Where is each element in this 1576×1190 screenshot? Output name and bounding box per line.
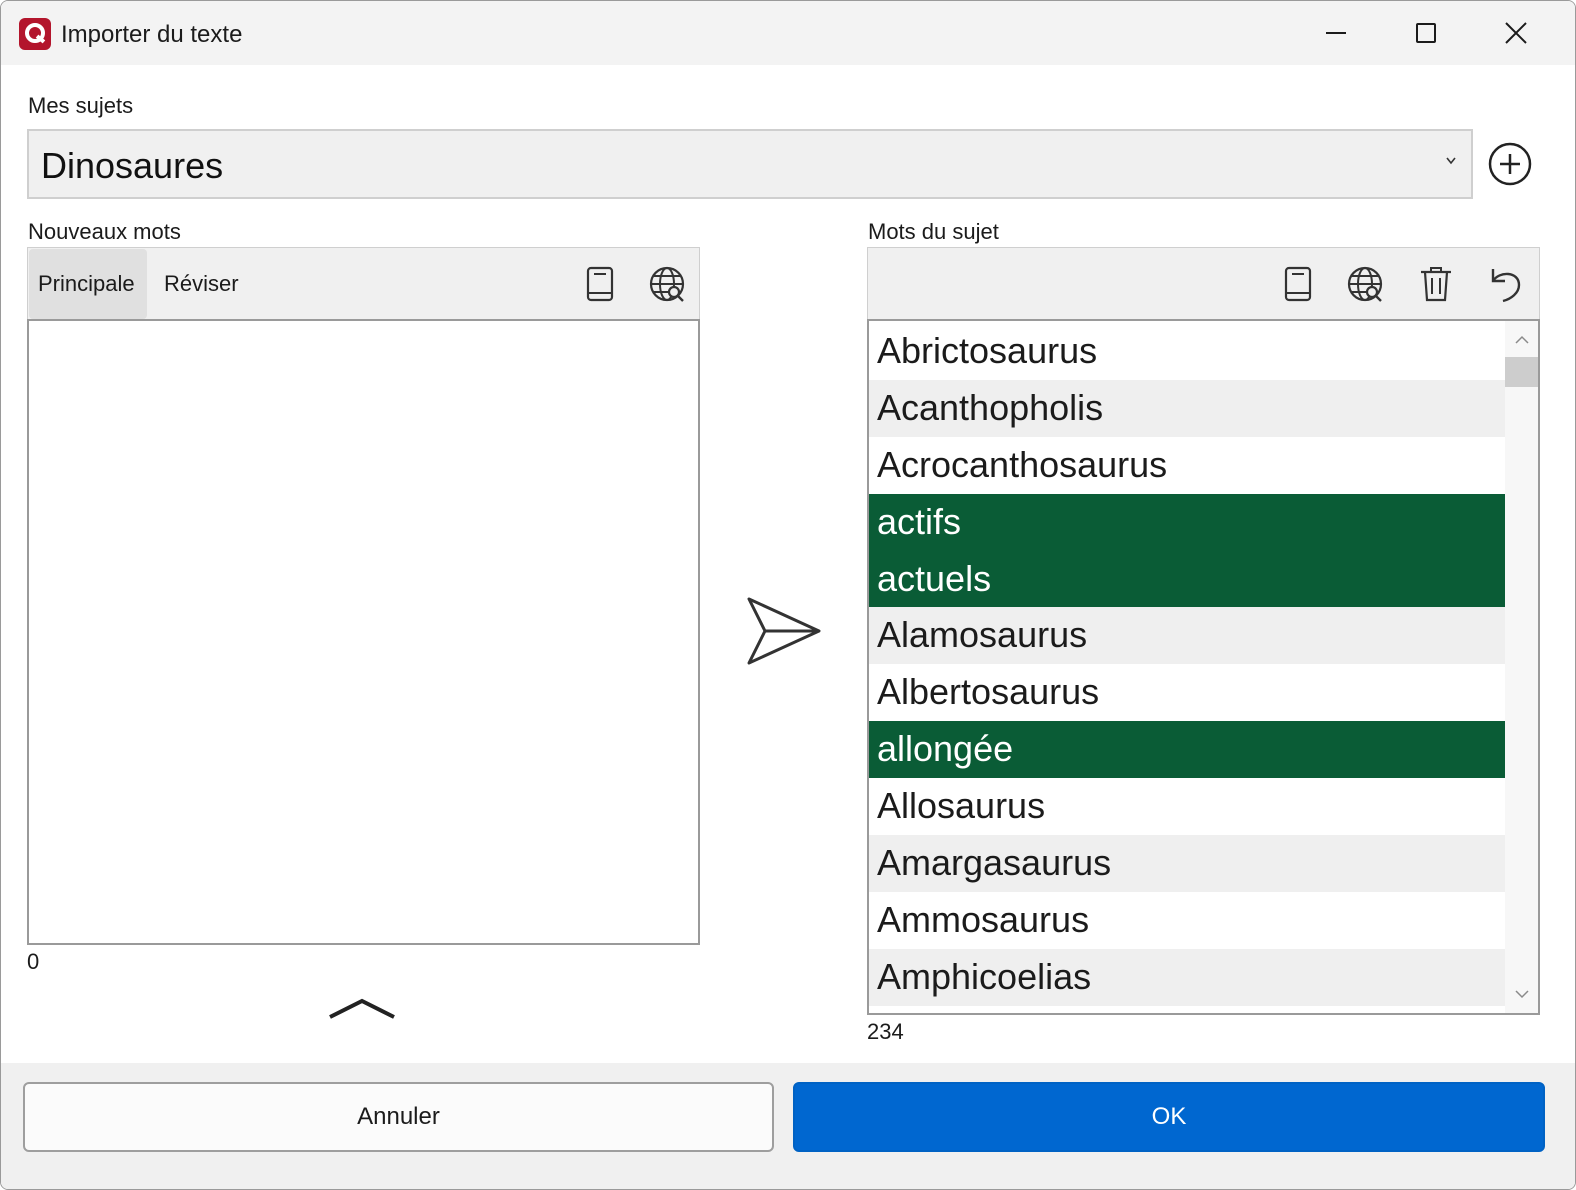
app-logo-icon [19,18,51,50]
list-item[interactable]: Abrictosaurus [869,323,1505,380]
close-icon [1505,22,1527,44]
list-item[interactable]: allongée [869,721,1505,779]
list-item[interactable]: Acanthopholis [869,379,1505,437]
tab-principale[interactable]: Principale [29,249,147,319]
close-button[interactable] [1471,1,1561,65]
send-words-button[interactable] [741,593,825,669]
list-item[interactable]: Alamosaurus [869,607,1505,665]
chevron-down-icon [1446,157,1456,165]
new-words-count: 0 [27,949,40,974]
subject-words-book-button[interactable] [1276,262,1320,306]
undo-icon [1491,269,1521,303]
vertical-scrollbar[interactable] [1505,321,1538,1013]
new-words-text-area[interactable] [27,319,700,945]
book-icon [1284,266,1312,302]
subject-words-count: 234 [867,1019,904,1044]
chevron-up-icon[interactable] [327,991,397,1027]
list-item[interactable]: Albertosaurus [869,664,1505,721]
subject-words-label: Mots du sujet [868,219,999,244]
globe-search-icon [649,266,685,302]
ok-button[interactable]: OK [793,1082,1545,1152]
subject-words-list-items: Abrictosaurus Acanthopholis Acrocanthosaur… [869,323,1505,1006]
subject-words-web-search-button[interactable] [1343,262,1387,306]
trash-icon [1421,267,1451,302]
scroll-down-icon[interactable] [1515,989,1529,999]
new-words-toolbar: Principale Réviser [27,247,700,321]
book-icon [586,266,614,302]
minimize-icon [1326,32,1346,34]
list-item[interactable]: Acrocanthosaurus [869,437,1505,494]
title-bar: Importer du texte [1,1,1575,65]
delete-words-button[interactable] [1414,262,1458,306]
new-words-book-button[interactable] [578,262,622,306]
maximize-button[interactable] [1381,1,1471,65]
new-words-web-search-button[interactable] [645,262,689,306]
scroll-up-icon[interactable] [1515,335,1529,345]
minimize-button[interactable] [1291,1,1381,65]
subject-words-list[interactable]: Abrictosaurus Acanthopholis Acrocanthosaur… [867,319,1540,1015]
list-item[interactable]: Amargasaurus [869,835,1505,892]
list-item[interactable]: actuels [869,550,1505,608]
subject-select[interactable]: Dinosaures [27,129,1473,199]
list-item[interactable]: actifs [869,493,1505,551]
list-item[interactable]: Amphicoelias [869,948,1505,1006]
maximize-icon [1416,23,1436,43]
window-title: Importer du texte [61,21,243,48]
subjects-label: Mes sujets [28,93,134,118]
cancel-button[interactable]: Annuler [23,1082,774,1152]
subject-select-value: Dinosaures [41,145,224,186]
scrollbar-thumb[interactable] [1505,357,1538,387]
undo-button[interactable] [1485,262,1529,306]
list-item[interactable]: Ammosaurus [869,892,1505,949]
new-words-label: Nouveaux mots [28,219,181,244]
subject-words-toolbar [867,247,1540,321]
add-subject-button[interactable] [1487,141,1533,187]
globe-search-icon [1347,266,1383,302]
import-text-dialog: Importer du texte Mes sujets Dinosaures … [0,0,1576,1190]
list-item[interactable]: Allosaurus [869,778,1505,835]
tab-reviser[interactable]: Réviser [164,271,239,297]
